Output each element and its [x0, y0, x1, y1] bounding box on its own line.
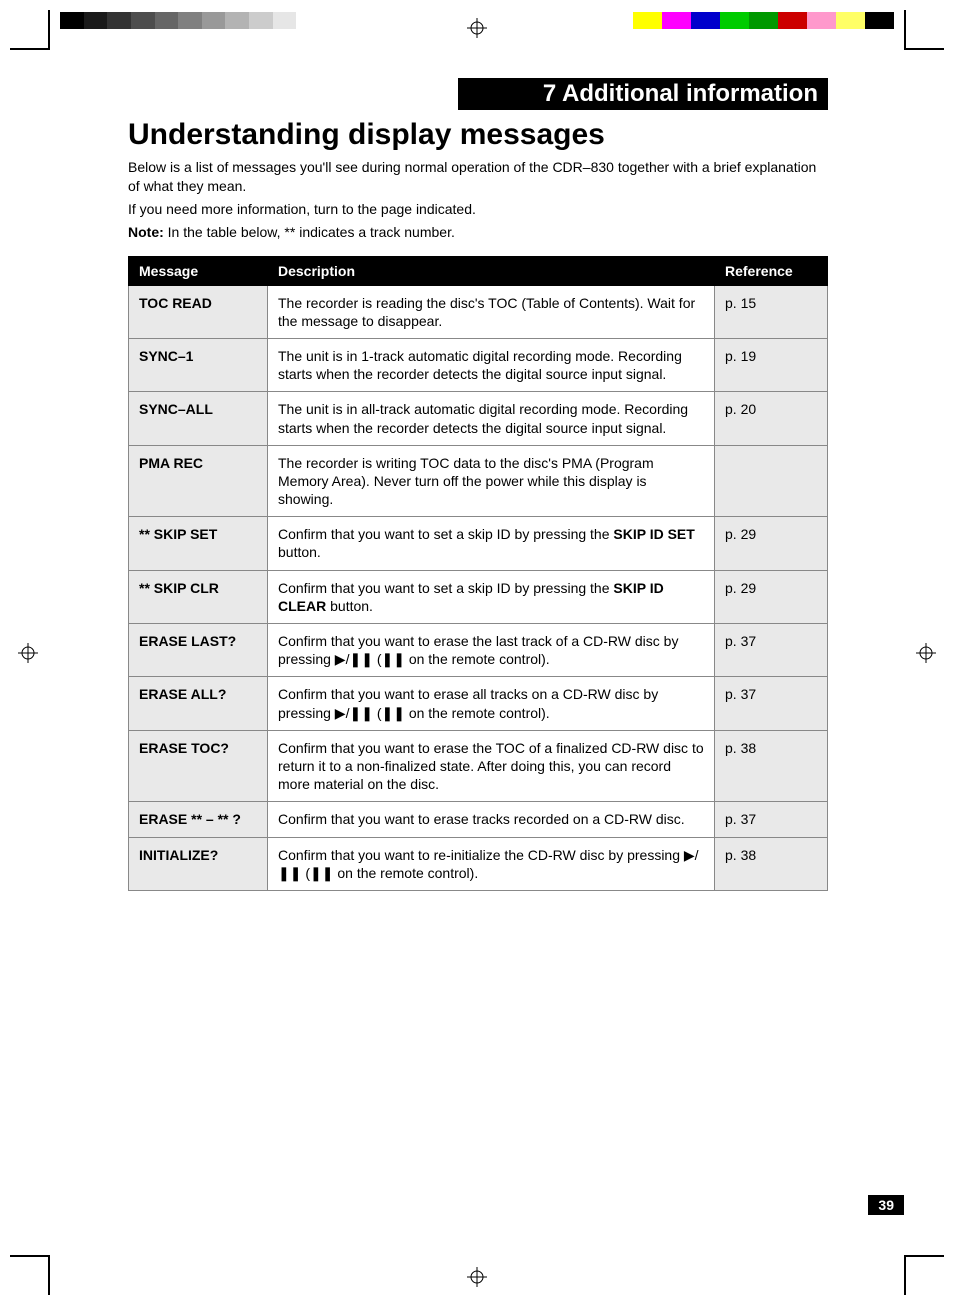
reference-cell: p. 37 [715, 677, 828, 730]
swatch [131, 12, 155, 29]
swatch [778, 12, 807, 29]
reference-cell: p. 37 [715, 624, 828, 677]
swatch [296, 12, 320, 29]
message-cell: ** SKIP SET [129, 517, 268, 570]
swatch [662, 12, 691, 29]
color-calibration-bar [604, 12, 894, 29]
crop-mark-tl [10, 10, 50, 50]
message-cell: INITIALIZE? [129, 837, 268, 890]
swatch [107, 12, 131, 29]
swatch [202, 12, 226, 29]
swatch [225, 12, 249, 29]
message-cell: ERASE ** – ** ? [129, 802, 268, 837]
message-cell: ERASE ALL? [129, 677, 268, 730]
page-title: Understanding display messages [128, 118, 828, 152]
description-cell: Confirm that you want to set a skip ID b… [268, 570, 715, 623]
intro-text: Below is a list of messages you'll see d… [128, 158, 828, 196]
reference-cell: p. 37 [715, 802, 828, 837]
swatch [749, 12, 778, 29]
swatch [691, 12, 720, 29]
reference-cell: p. 29 [715, 517, 828, 570]
message-cell: ** SKIP CLR [129, 570, 268, 623]
table-row: PMA RECThe recorder is writing TOC data … [129, 445, 828, 517]
col-header-description: Description [268, 256, 715, 285]
description-cell: The unit is in 1-track automatic digital… [268, 338, 715, 391]
swatch [178, 12, 202, 29]
description-cell: Confirm that you want to set a skip ID b… [268, 517, 715, 570]
swatch [865, 12, 894, 29]
description-cell: The recorder is writing TOC data to the … [268, 445, 715, 517]
swatch [836, 12, 865, 29]
description-cell: The recorder is reading the disc's TOC (… [268, 285, 715, 338]
col-header-reference: Reference [715, 256, 828, 285]
crop-mark-br [904, 1255, 944, 1295]
table-row: TOC READThe recorder is reading the disc… [129, 285, 828, 338]
reference-cell [715, 445, 828, 517]
table-row: ** SKIP SETConfirm that you want to set … [129, 517, 828, 570]
swatch [60, 12, 84, 29]
description-cell: Confirm that you want to erase the TOC o… [268, 730, 715, 802]
col-header-message: Message [129, 256, 268, 285]
reference-cell: p. 38 [715, 837, 828, 890]
swatch [249, 12, 273, 29]
message-cell: ERASE TOC? [129, 730, 268, 802]
swatch [807, 12, 836, 29]
description-cell: Confirm that you want to erase the last … [268, 624, 715, 677]
swatch [720, 12, 749, 29]
message-cell: TOC READ [129, 285, 268, 338]
table-row: ERASE TOC?Confirm that you want to erase… [129, 730, 828, 802]
reference-cell: p. 20 [715, 392, 828, 445]
swatch [155, 12, 179, 29]
swatch [273, 12, 297, 29]
message-cell: SYNC–ALL [129, 392, 268, 445]
message-cell: SYNC–1 [129, 338, 268, 391]
message-cell: PMA REC [129, 445, 268, 517]
page-number: 39 [868, 1195, 904, 1215]
registration-mark-icon [916, 643, 936, 663]
description-cell: Confirm that you want to re-initialize t… [268, 837, 715, 890]
swatch [604, 12, 633, 29]
table-row: ERASE ** – ** ?Confirm that you want to … [129, 802, 828, 837]
table-row: ERASE LAST?Confirm that you want to eras… [129, 624, 828, 677]
swatch [633, 12, 662, 29]
registration-mark-icon [18, 643, 38, 663]
registration-mark-icon [467, 18, 487, 38]
table-row: ** SKIP CLRConfirm that you want to set … [129, 570, 828, 623]
description-cell: Confirm that you want to erase all track… [268, 677, 715, 730]
crop-mark-bl [10, 1255, 50, 1295]
swatch [84, 12, 108, 29]
table-row: SYNC–1The unit is in 1-track automatic d… [129, 338, 828, 391]
description-cell: The unit is in all-track automatic digit… [268, 392, 715, 445]
description-cell: Confirm that you want to erase tracks re… [268, 802, 715, 837]
grayscale-calibration-bar [60, 12, 320, 29]
registration-mark-icon [467, 1267, 487, 1287]
intro-text: If you need more information, turn to th… [128, 200, 828, 219]
reference-cell: p. 15 [715, 285, 828, 338]
message-cell: ERASE LAST? [129, 624, 268, 677]
crop-mark-tr [904, 10, 944, 50]
reference-cell: p. 29 [715, 570, 828, 623]
messages-table: Message Description Reference TOC READTh… [128, 256, 828, 891]
section-banner: 7 Additional information [458, 78, 828, 110]
table-row: INITIALIZE?Confirm that you want to re-i… [129, 837, 828, 890]
table-row: SYNC–ALLThe unit is in all-track automat… [129, 392, 828, 445]
reference-cell: p. 19 [715, 338, 828, 391]
table-row: ERASE ALL?Confirm that you want to erase… [129, 677, 828, 730]
reference-cell: p. 38 [715, 730, 828, 802]
note-text: Note: In the table below, ** indicates a… [128, 223, 828, 242]
